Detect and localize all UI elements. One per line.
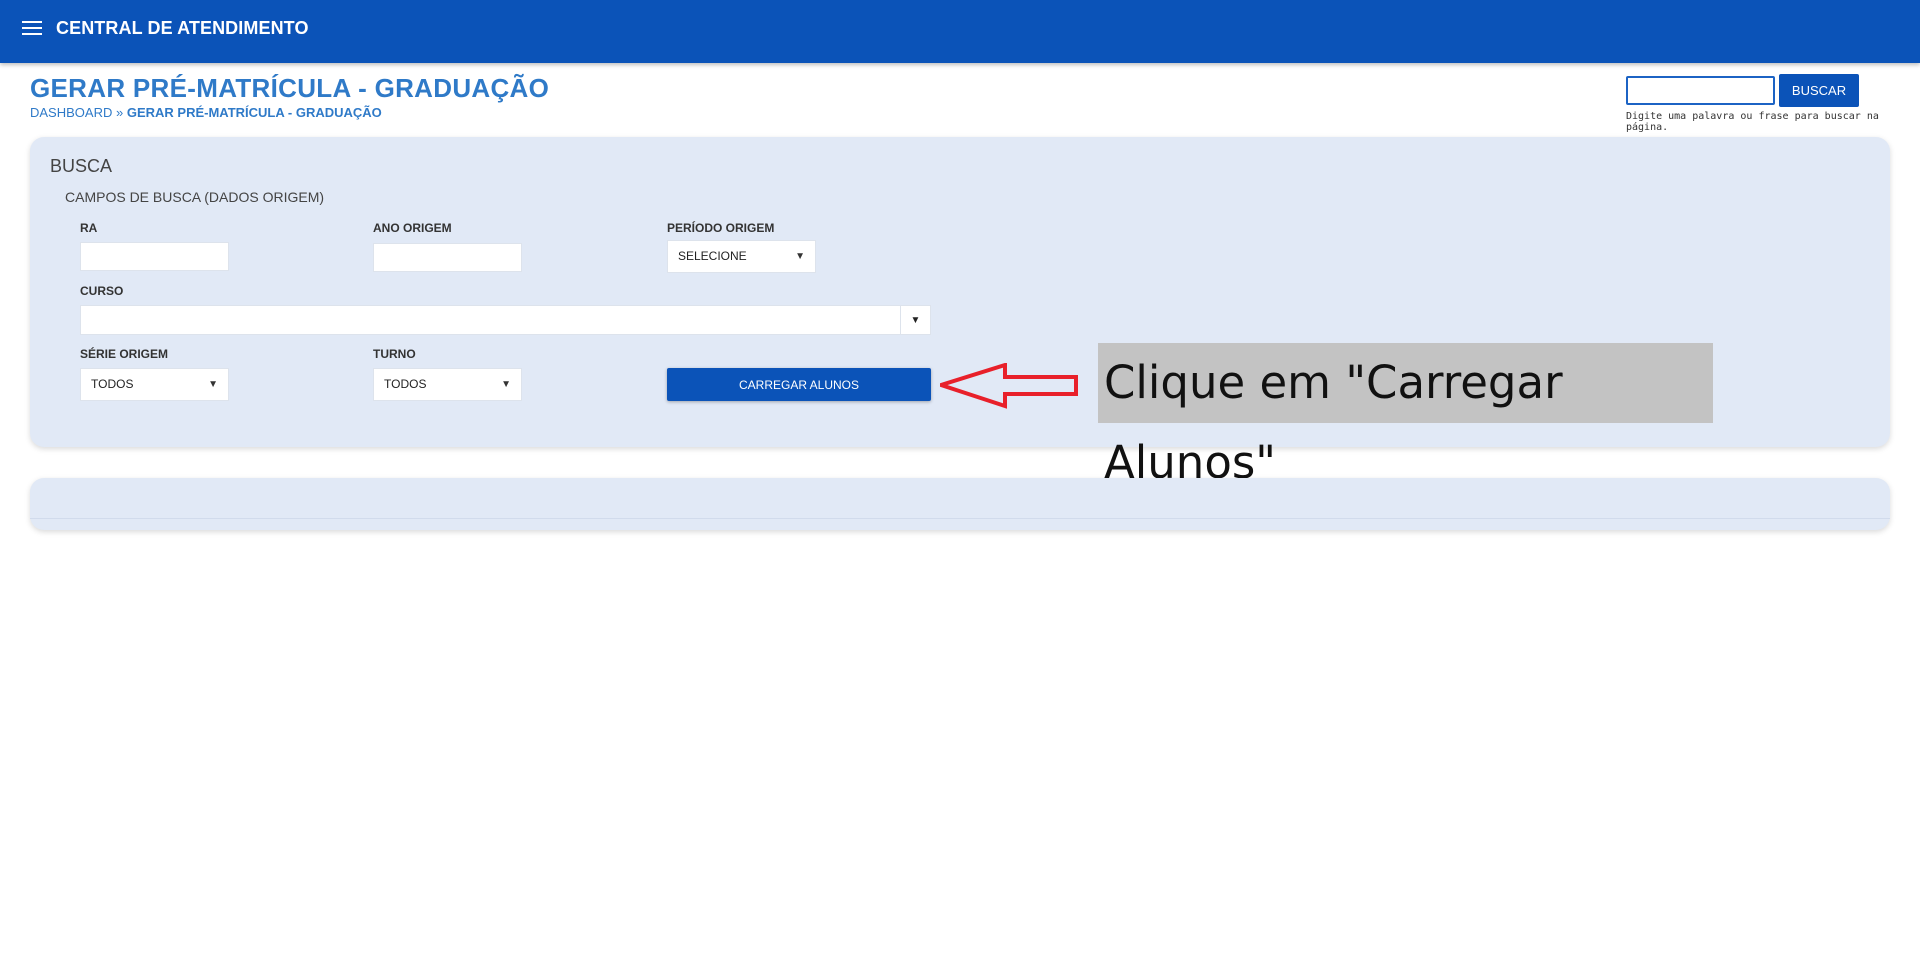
page-title: GERAR PRÉ-MATRÍCULA - GRADUAÇÃO [30,73,550,103]
ra-input[interactable] [80,242,229,271]
busca-card-title: BUSCA [50,156,113,176]
turno-select[interactable]: TODOS ▼ [373,368,522,401]
serie-origem-select[interactable]: TODOS ▼ [80,368,229,401]
serie-origem-label: SÉRIE ORIGEM [80,347,169,361]
caret-down-icon: ▼ [795,251,805,262]
search-fields-legend: CAMPOS DE BUSCA (DADOS ORIGEM) [65,189,325,205]
periodo-origem-selected: SELECIONE [678,249,747,263]
top-app-bar: CENTRAL DE ATENDIMENTO [0,0,1920,63]
search-hint: Digite uma palavra ou frase para buscar … [1626,111,1879,133]
results-card [30,478,1890,530]
periodo-origem-select[interactable]: SELECIONE ▼ [667,240,816,273]
annotation-arrow-icon [940,363,1078,409]
page-search-input[interactable] [1626,76,1775,105]
ano-origem-label: ANO ORIGEM [373,221,452,235]
hamburger-menu-icon[interactable] [22,21,42,37]
app-title: CENTRAL DE ATENDIMENTO [56,18,309,38]
curso-select[interactable]: ▼ [80,305,931,335]
results-card-divider [30,518,1890,519]
curso-label: CURSO [80,284,124,298]
search-button[interactable]: BUSCAR [1779,74,1859,107]
breadcrumb-dashboard-link[interactable]: DASHBOARD [30,105,112,120]
annotation-callout: Clique em "Carregar Alunos" [1098,343,1713,489]
caret-down-icon: ▼ [501,379,511,390]
carregar-alunos-button[interactable]: CARREGAR ALUNOS [667,368,931,401]
caret-down-icon: ▼ [208,379,218,390]
breadcrumb: DASHBOARD » GERAR PRÉ-MATRÍCULA - GRADUA… [30,105,382,120]
ra-label: RA [80,221,98,235]
caret-down-icon: ▼ [900,306,930,334]
turno-label: TURNO [373,347,416,361]
ano-origem-input[interactable] [373,243,522,272]
periodo-origem-label: PERÍODO ORIGEM [667,221,775,235]
serie-origem-selected: TODOS [91,377,134,391]
turno-selected: TODOS [384,377,427,391]
breadcrumb-current: GERAR PRÉ-MATRÍCULA - GRADUAÇÃO [126,105,382,120]
breadcrumb-separator: » [115,105,124,120]
